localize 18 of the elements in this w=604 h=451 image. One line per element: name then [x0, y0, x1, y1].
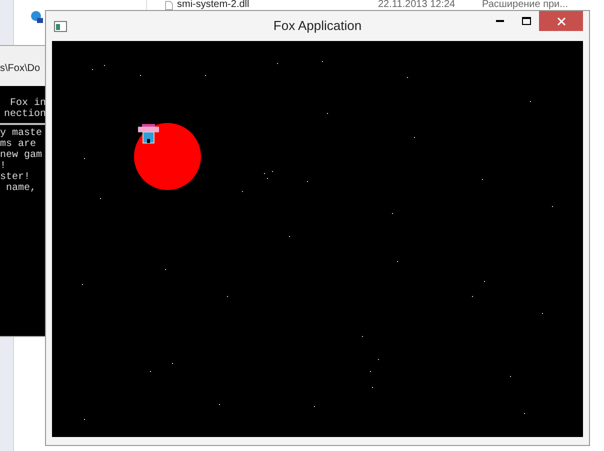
network-icon: [30, 10, 44, 24]
close-icon: [556, 16, 566, 26]
console-line: new gam: [0, 150, 42, 161]
file-type: Расширение при...: [482, 0, 568, 10]
console-line: y maste: [0, 128, 42, 139]
robot-sprite-icon: [138, 124, 159, 144]
console-line: ster!: [0, 172, 30, 183]
console-line: nection: [4, 109, 46, 120]
console-line: name,: [5, 183, 36, 194]
console-line: ms are: [0, 139, 36, 150]
file-name: smi-system-2.dll: [177, 0, 250, 10]
console-path: s\Fox\Do: [0, 62, 42, 76]
console-line: !: [0, 161, 6, 172]
window-title: Fox Application: [273, 17, 362, 36]
file-date: 22.11.2013 12:24: [378, 0, 456, 10]
app-icon: [54, 20, 67, 32]
close-button[interactable]: [539, 11, 583, 31]
console-line: Fox in: [10, 98, 46, 109]
